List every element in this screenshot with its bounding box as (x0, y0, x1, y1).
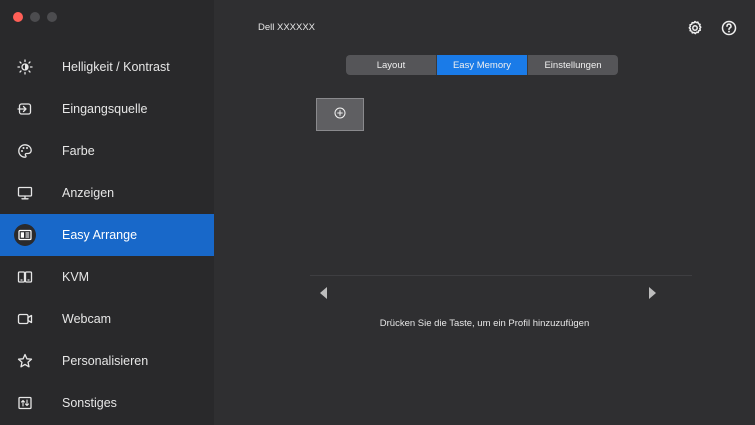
monitor-icon (16, 184, 34, 202)
close-window-button[interactable] (13, 12, 23, 22)
sidebar-item-label: Personalisieren (62, 354, 149, 368)
sidebar-item-label: Anzeigen (62, 186, 115, 200)
sidebar-item-personalize[interactable]: Personalisieren (0, 340, 214, 382)
help-icon[interactable] (721, 20, 737, 36)
tab-easy-memory[interactable]: Easy Memory (437, 55, 528, 75)
brightness-icon (16, 58, 34, 76)
tab-bar: Layout Easy Memory Einstellungen (346, 55, 618, 75)
add-profile-button[interactable] (316, 98, 364, 131)
divider (310, 275, 692, 276)
tab-layout[interactable]: Layout (346, 55, 437, 75)
sidebar-item-label: Sonstiges (62, 396, 117, 410)
color-palette-icon (16, 142, 34, 160)
sidebar-item-label: Easy Arrange (62, 228, 138, 242)
sidebar-item-others[interactable]: Sonstiges (0, 382, 214, 424)
sidebar-item-webcam[interactable]: Webcam (0, 298, 214, 340)
sidebar-item-kvm[interactable]: KVM (0, 256, 214, 298)
sidebar-item-label: Helligkeit / Kontrast (62, 60, 170, 74)
sidebar-item-color[interactable]: Farbe (0, 130, 214, 172)
zoom-window-button[interactable] (47, 12, 57, 22)
sidebar-item-easy-arrange[interactable]: Easy Arrange (0, 214, 214, 256)
window-controls (13, 12, 57, 22)
sidebar-item-label: Webcam (62, 312, 112, 326)
sidebar-item-label: KVM (62, 270, 90, 284)
tab-settings[interactable]: Einstellungen (528, 55, 618, 75)
sidebar: Helligkeit / Kontrast Eingangsquelle Far… (0, 0, 214, 425)
sidebar-item-input-source[interactable]: Eingangsquelle (0, 88, 214, 130)
previous-arrow-icon[interactable] (318, 286, 330, 300)
kvm-icon (16, 268, 34, 286)
others-icon (16, 394, 34, 412)
sidebar-nav: Helligkeit / Kontrast Eingangsquelle Far… (0, 46, 214, 424)
window-title: Dell XXXXXX (258, 22, 316, 33)
header-actions (687, 20, 737, 36)
easy-arrange-icon (14, 224, 36, 246)
sidebar-item-brightness-contrast[interactable]: Helligkeit / Kontrast (0, 46, 214, 88)
webcam-icon (16, 310, 34, 328)
input-source-icon (16, 100, 34, 118)
sidebar-item-label: Eingangsquelle (62, 102, 148, 116)
app-window: Helligkeit / Kontrast Eingangsquelle Far… (0, 0, 755, 425)
plus-circle-icon (334, 106, 346, 124)
star-icon (16, 352, 34, 370)
next-arrow-icon[interactable] (646, 286, 658, 300)
minimize-window-button[interactable] (30, 12, 40, 22)
sidebar-item-label: Farbe (62, 144, 95, 158)
add-profile-hint: Drücken Sie die Taste, um ein Profil hin… (379, 318, 590, 329)
main-panel: Dell XXXXXX Layout Easy Memory Einstellu… (214, 0, 755, 425)
settings-gear-icon[interactable] (687, 20, 703, 36)
sidebar-item-display[interactable]: Anzeigen (0, 172, 214, 214)
